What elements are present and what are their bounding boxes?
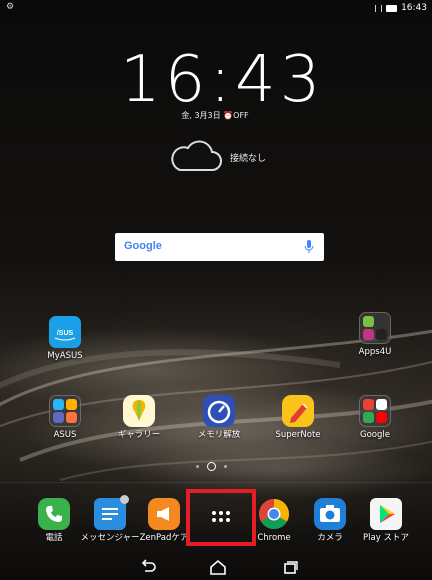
google-search-bar[interactable]: Google <box>115 233 324 261</box>
folder-icon <box>359 312 391 344</box>
recent-apps-icon[interactable] <box>280 559 300 575</box>
dock-zenpad-care[interactable]: ZenPadケア <box>134 498 194 543</box>
chrome-icon <box>258 498 290 530</box>
app-myasus[interactable]: /SUS MyASUS <box>35 316 95 361</box>
microphone-icon[interactable] <box>304 239 314 255</box>
date-text: 金, 3月3日 <box>181 111 221 120</box>
folder-icon <box>359 395 391 427</box>
app-label: Apps4U <box>358 347 392 357</box>
status-bar: ⚙ 16:43 <box>0 0 432 18</box>
google-logo: Google <box>124 240 162 252</box>
home-page-dot <box>207 462 216 471</box>
dock-camera[interactable]: カメラ <box>300 498 360 543</box>
app-label: メモリ解放 <box>197 430 241 440</box>
megaphone-icon <box>148 498 180 530</box>
gallery-icon <box>123 395 155 427</box>
page-dot <box>224 465 227 468</box>
alarm-icon: ⏰ <box>223 111 234 120</box>
app-gallery[interactable]: ギャラリー <box>109 395 169 440</box>
page-indicator[interactable] <box>196 462 227 471</box>
app-label: Play ストア <box>363 533 409 543</box>
alarm-status: OFF <box>233 111 249 120</box>
svg-text:/SUS: /SUS <box>57 330 74 337</box>
speedometer-icon <box>203 395 235 427</box>
settings-icon: ⚙ <box>6 2 15 12</box>
back-icon[interactable] <box>138 559 158 575</box>
cloud-icon[interactable] <box>168 138 224 174</box>
folder-apps4u[interactable]: Apps4U <box>345 312 405 357</box>
app-memory-release[interactable]: メモリ解放 <box>189 395 249 440</box>
app-label: メッセンジャー <box>80 533 140 543</box>
battery-icon <box>386 4 398 12</box>
app-label: ASUS <box>53 430 77 440</box>
app-label: MyASUS <box>47 351 83 361</box>
signal-icon <box>375 4 383 12</box>
status-time: 16:43 <box>401 3 427 13</box>
app-supernote[interactable]: SuperNote <box>268 395 328 440</box>
clock-time[interactable]: 16:43 <box>120 48 320 112</box>
app-label: カメラ <box>317 533 343 543</box>
phone-icon <box>38 498 70 530</box>
supernote-icon <box>282 395 314 427</box>
google-logo-text: Google <box>124 240 162 252</box>
home-icon[interactable] <box>208 559 228 575</box>
app-label: ZenPadケア <box>139 533 189 543</box>
status-icons: 16:43 <box>375 3 427 13</box>
dock-phone[interactable]: 電話 <box>24 498 84 543</box>
folder-icon <box>49 395 81 427</box>
weather-status[interactable]: 接続なし <box>230 151 266 164</box>
folder-google[interactable]: Google <box>345 395 405 440</box>
dock-chrome[interactable]: Chrome <box>244 498 304 543</box>
play-store-icon <box>370 498 402 530</box>
app-label: Google <box>360 430 390 440</box>
myasus-icon: /SUS <box>49 316 81 348</box>
dock-messenger[interactable]: メッセンジャー <box>80 495 140 543</box>
date-row: 金, 3月3日 ⏰OFF <box>120 110 310 121</box>
app-label: 電話 <box>45 533 63 543</box>
messenger-icon <box>94 495 129 530</box>
navigation-bar <box>0 554 432 580</box>
app-label: Chrome <box>257 533 291 543</box>
notification-badge <box>120 495 129 504</box>
dock-play-store[interactable]: Play ストア <box>356 498 416 543</box>
app-label: ギャラリー <box>117 430 161 440</box>
camera-icon <box>314 498 346 530</box>
folder-asus[interactable]: ASUS <box>35 395 95 440</box>
dock-divider <box>0 482 432 483</box>
app-label: SuperNote <box>275 430 321 440</box>
page-dot <box>196 465 199 468</box>
